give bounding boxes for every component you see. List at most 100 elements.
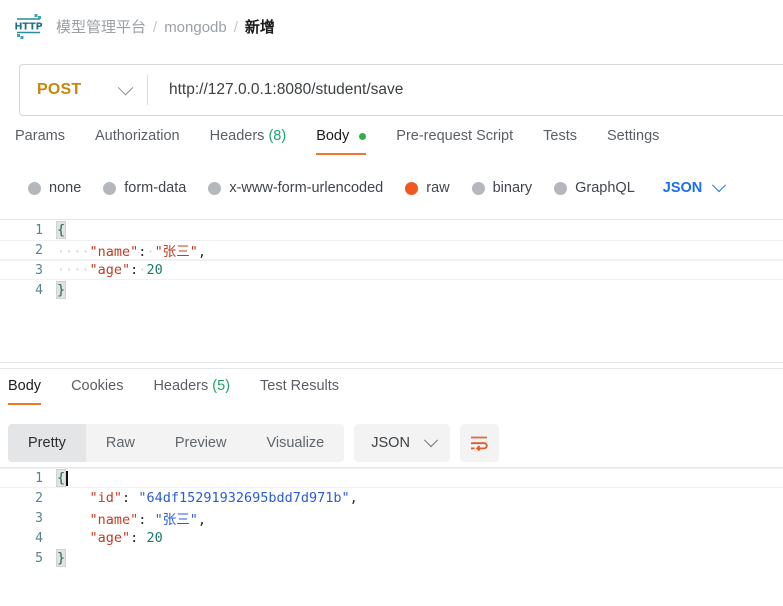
code-line: 4 "age": 20 [0, 528, 783, 548]
json-key: "name" [89, 244, 139, 260]
chevron-down-icon [712, 178, 727, 193]
option-label: raw [426, 180, 450, 196]
line-number: 2 [35, 490, 43, 506]
body-option-x-www-form-urlencoded[interactable]: x-www-form-urlencoded [208, 180, 383, 196]
option-label: form-data [124, 180, 187, 196]
response-body-editor[interactable]: 1 { 2 "id": "64df15291932695bdd7d971b", … [0, 467, 783, 606]
tab-pre-request-script[interactable]: Pre-request Script [381, 128, 528, 155]
body-present-dot-icon [359, 132, 367, 140]
tab-label: Headers [209, 128, 265, 144]
breadcrumb: HTTP 模型管理平台 / mongodb / 新增 [0, 0, 783, 52]
radio-icon [554, 181, 568, 195]
tab-label: Authorization [94, 128, 180, 144]
tab-label: Headers [153, 378, 209, 394]
http-method-select[interactable]: POST [20, 65, 147, 115]
response-tab-body[interactable]: Body [8, 378, 56, 405]
tab-label: Params [15, 128, 65, 144]
close-brace: } [55, 549, 67, 567]
json-colon: : [122, 490, 131, 506]
response-format-select[interactable]: JSON [354, 424, 450, 462]
http-method-label: POST [37, 81, 82, 98]
body-format-select[interactable]: JSON [662, 178, 727, 196]
body-format-label: JSON [662, 180, 703, 196]
response-tab-cookies[interactable]: Cookies [56, 378, 138, 405]
json-key: "id" [89, 490, 123, 506]
view-visualize-button[interactable]: Visualize [246, 424, 344, 462]
url-input[interactable]: http://127.0.0.1:8080/student/save [148, 81, 783, 99]
open-brace: { [55, 221, 67, 239]
tab-label: Body [8, 378, 42, 394]
json-colon: : [138, 512, 147, 528]
json-comma: , [349, 490, 358, 506]
text-cursor [66, 470, 68, 486]
line-number: 1 [35, 222, 43, 238]
line-number: 5 [35, 550, 43, 566]
response-tab-test-results[interactable]: Test Results [245, 378, 354, 405]
tab-label: Settings [606, 128, 660, 144]
tab-authorization[interactable]: Authorization [80, 128, 195, 155]
tab-label: Test Results [260, 378, 340, 394]
section-divider [0, 368, 783, 369]
line-number: 3 [35, 262, 43, 278]
breadcrumb-separator: / [153, 18, 158, 36]
code-line: 1 { [0, 468, 783, 488]
request-body-editor[interactable]: 1 { 2 ····"name":·"张三", 3 ····"age":·20 … [0, 219, 783, 363]
code-line: 5 } [0, 548, 783, 568]
chevron-down-icon [117, 79, 134, 95]
radio-icon [28, 181, 41, 195]
http-protocol-icon: HTTP [14, 14, 43, 39]
json-colon: : [130, 530, 139, 546]
tab-tests[interactable]: Tests [528, 128, 592, 155]
breadcrumb-item-mongodb[interactable]: mongodb [164, 19, 227, 36]
tab-settings[interactable]: Settings [592, 128, 674, 155]
body-option-raw[interactable]: raw [405, 180, 450, 196]
segment-label: Raw [105, 435, 135, 451]
tab-body[interactable]: Body [301, 128, 381, 155]
body-option-form-data[interactable]: form-data [103, 180, 186, 196]
tab-count: (8) [268, 128, 287, 144]
chevron-down-icon [423, 433, 438, 448]
svg-text:HTTP: HTTP [14, 22, 42, 33]
segment-label: Visualize [266, 435, 325, 451]
view-raw-button[interactable]: Raw [86, 424, 155, 462]
body-option-none[interactable]: none [28, 180, 81, 196]
response-format-label: JSON [371, 435, 410, 451]
request-tabs: Params Authorization Headers (8) Body Pr… [0, 128, 783, 155]
code-line: 3 ····"age":·20 [0, 260, 783, 280]
view-preview-button[interactable]: Preview [155, 424, 247, 462]
tab-label: Cookies [71, 378, 124, 394]
json-value: "张三" [154, 512, 198, 528]
view-pretty-button[interactable]: Pretty [8, 424, 86, 462]
breadcrumb-item-current: 新增 [244, 18, 275, 36]
radio-icon [103, 181, 117, 195]
code-line: 1 { [0, 220, 783, 240]
code-line: 2 "id": "64df15291932695bdd7d971b", [0, 488, 783, 508]
wrap-lines-button[interactable] [459, 424, 499, 462]
tab-headers[interactable]: Headers (8) [195, 128, 302, 155]
breadcrumb-separator: / [233, 18, 238, 36]
json-comma: , [197, 512, 206, 528]
response-view-segments: Pretty Raw Preview Visualize [8, 424, 345, 462]
body-option-graphql[interactable]: GraphQL [554, 180, 635, 196]
json-key: "age" [89, 262, 131, 278]
line-number: 4 [35, 282, 43, 298]
body-type-options: none form-data x-www-form-urlencoded raw… [0, 178, 783, 196]
line-number: 1 [35, 470, 43, 486]
breadcrumb-item-platform[interactable]: 模型管理平台 [56, 16, 146, 37]
option-label: x-www-form-urlencoded [229, 180, 384, 196]
segment-label: Preview [174, 435, 227, 451]
tab-label: Body [316, 128, 350, 144]
segment-label: Pretty [28, 435, 66, 451]
body-option-binary[interactable]: binary [471, 180, 532, 196]
json-value: "张三" [154, 244, 198, 260]
response-tab-headers[interactable]: Headers (5) [138, 378, 245, 405]
response-tabs: Body Cookies Headers (5) Test Results [0, 378, 783, 405]
tab-params[interactable]: Params [15, 128, 80, 155]
code-line: 2 ····"name":·"张三", [0, 240, 783, 260]
line-number: 3 [35, 510, 43, 526]
json-value: 20 [146, 530, 163, 546]
json-key: "name" [89, 512, 139, 528]
